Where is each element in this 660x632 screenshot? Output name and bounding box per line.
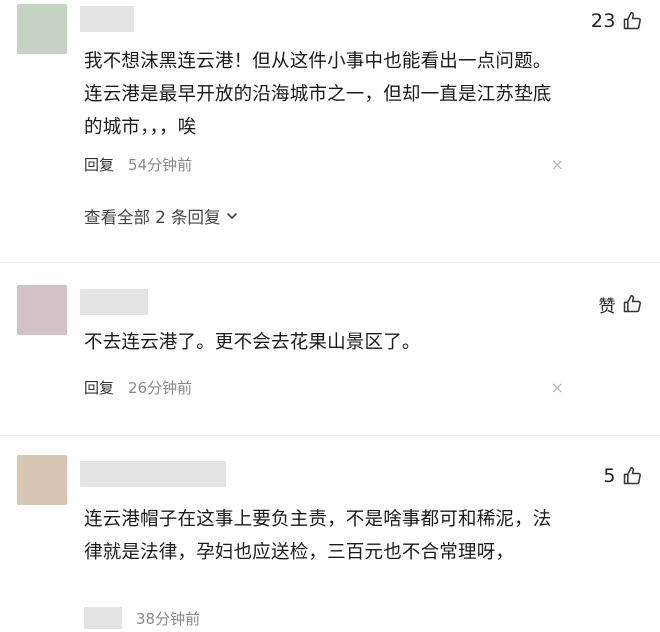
like-button[interactable]: 赞 bbox=[599, 291, 643, 317]
reply-button[interactable]: 回复 bbox=[84, 154, 114, 175]
timestamp: 26分钟前 bbox=[128, 378, 193, 397]
timestamp: 38分钟前 bbox=[136, 609, 201, 628]
comment-meta: 38分钟前 bbox=[84, 606, 200, 630]
reply-username-placeholder[interactable] bbox=[84, 607, 122, 629]
comment-text: 连云港帽子在这事上要负主责，不是啥事都可和稀泥，法律就是法律，孕妇也应送检，三百… bbox=[84, 509, 552, 563]
username-placeholder[interactable] bbox=[80, 6, 134, 32]
username-placeholder[interactable] bbox=[80, 461, 226, 487]
close-icon[interactable]: × bbox=[551, 380, 564, 396]
thumbs-up-icon bbox=[623, 11, 641, 30]
close-icon[interactable]: × bbox=[551, 157, 564, 173]
like-button[interactable]: 5 bbox=[603, 463, 642, 489]
timestamp: 54分钟前 bbox=[128, 155, 193, 174]
avatar[interactable] bbox=[17, 285, 67, 335]
divider bbox=[0, 435, 660, 436]
like-button[interactable]: 23 bbox=[591, 8, 642, 34]
comment-section: 23 我不想沫黑连云港！但从这件小事中也能看出一点问题。连云港是最早开放的沿海城… bbox=[0, 0, 660, 632]
comment-meta: 回复 54分钟前 bbox=[84, 152, 192, 176]
like-count: 5 bbox=[603, 465, 616, 487]
thumbs-up-icon bbox=[623, 466, 641, 485]
chevron-down-icon bbox=[226, 213, 237, 219]
divider bbox=[0, 262, 660, 263]
comment-text: 我不想沫黑连云港！但从这件小事中也能看出一点问题。连云港是最早开放的沿海城市之一… bbox=[84, 51, 552, 138]
like-count: 赞 bbox=[598, 296, 616, 317]
avatar[interactable] bbox=[17, 4, 67, 54]
view-replies-button[interactable]: 查看全部 2 条回复 bbox=[84, 203, 239, 229]
view-replies-label: 查看全部 2 条回复 bbox=[84, 208, 221, 227]
thumbs-up-icon bbox=[623, 294, 641, 313]
comment-text: 不去连云港了。更不会去花果山景区了。 bbox=[84, 332, 421, 353]
avatar[interactable] bbox=[17, 455, 67, 505]
username-placeholder[interactable] bbox=[80, 289, 148, 315]
reply-button[interactable]: 回复 bbox=[84, 377, 114, 398]
comment-meta: 回复 26分钟前 bbox=[84, 375, 192, 399]
like-count: 23 bbox=[590, 10, 616, 32]
